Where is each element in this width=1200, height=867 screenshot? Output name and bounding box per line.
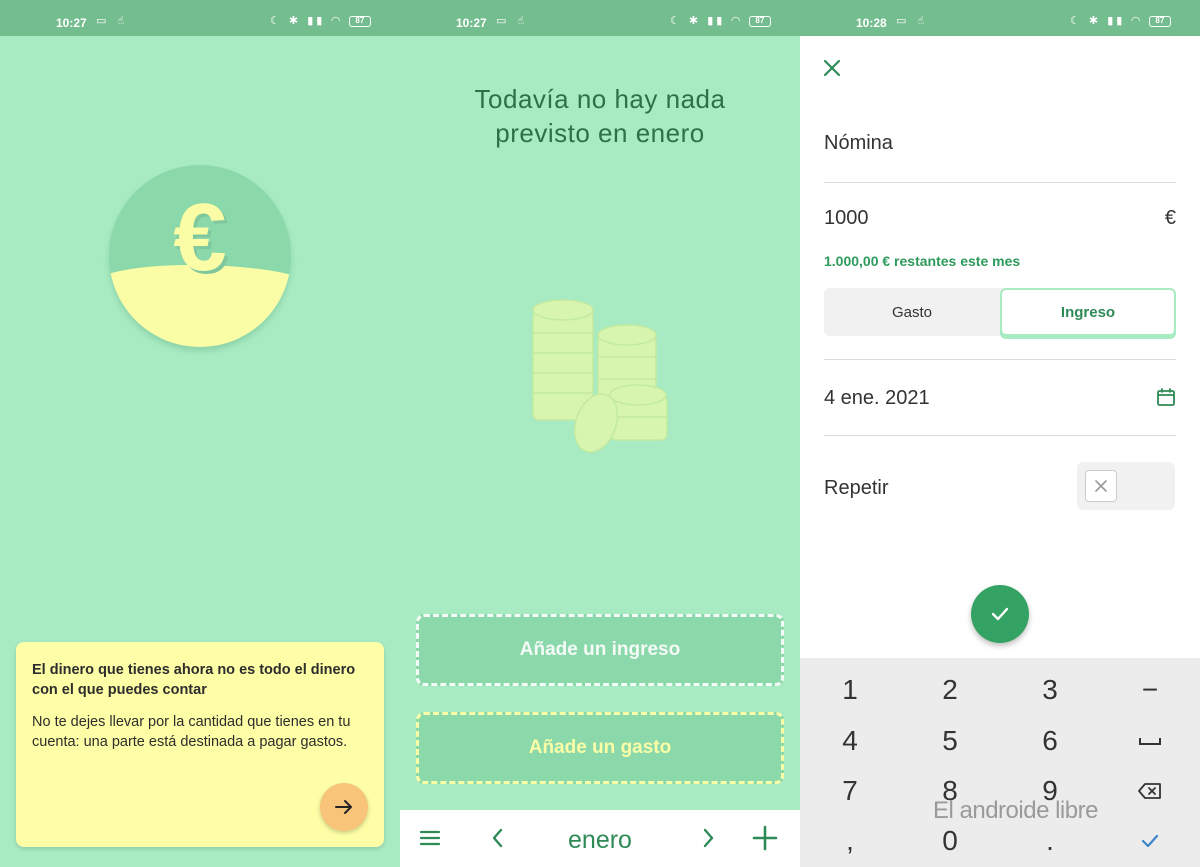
key-7[interactable]: 7 xyxy=(800,766,900,816)
battery-icon: 87 xyxy=(748,15,771,27)
system-icons: ☾ ✱ ▮▮ ◠ 87 xyxy=(270,14,371,27)
type-option-income[interactable]: Ingreso xyxy=(1000,288,1176,336)
notification-icons: ▭ ☝ xyxy=(496,15,529,27)
remaining-balance-text: 1.000,00 € restantes este mes xyxy=(824,253,1021,269)
watermark: El androide libre xyxy=(933,797,1098,824)
arrow-right-icon xyxy=(335,800,352,814)
check-icon xyxy=(1141,834,1159,848)
date-field[interactable]: 4 ene. 2021 xyxy=(824,387,930,410)
key-comma[interactable]: , xyxy=(800,816,900,866)
previous-month-button[interactable] xyxy=(482,822,514,854)
calendar-icon xyxy=(1157,388,1175,406)
battery-icon: 87 xyxy=(1148,15,1171,27)
bottom-nav: enero xyxy=(400,810,800,867)
status-bar: 10:27 ▭ ☝ ☾ ✱ ▮▮ ◠ 87 xyxy=(400,0,800,36)
new-entry-panel: 10:28 ▭ ☝ ☾ ✱ ▮▮ ◠ 87 Nómina 1000 € 1.00… xyxy=(800,0,1200,867)
system-icons: ☾ ✱ ▮▮ ◠ 87 xyxy=(1070,14,1171,27)
key-5[interactable]: 5 xyxy=(900,716,1000,766)
add-expense-button[interactable]: Añade un gasto xyxy=(416,712,784,784)
backspace-icon xyxy=(1138,783,1161,799)
tip-card: El dinero que tienes ahora no es todo el… xyxy=(16,642,384,847)
euro-icon: € xyxy=(173,184,227,291)
key-done[interactable] xyxy=(1100,816,1200,866)
month-overview-panel: 10:27 ▭ ☝ ☾ ✱ ▮▮ ◠ 87 Todavía no hay nad… xyxy=(400,0,800,867)
type-option-expense[interactable]: Gasto xyxy=(824,288,1000,336)
plus-icon xyxy=(752,825,778,851)
empty-state-line-2: previsto en enero xyxy=(495,118,705,148)
key-3[interactable]: 3 xyxy=(1000,665,1100,715)
next-month-button[interactable] xyxy=(692,822,724,854)
current-month-label[interactable]: enero xyxy=(520,826,680,855)
chevron-left-icon xyxy=(492,828,503,848)
check-icon xyxy=(991,607,1009,621)
status-time: 10:27 xyxy=(456,16,487,30)
divider xyxy=(824,359,1176,360)
money-illustration: € xyxy=(109,165,291,347)
menu-button[interactable] xyxy=(414,822,446,854)
numeric-keypad: 1 2 3 − 4 5 6 7 8 9 , 0 . xyxy=(800,658,1200,867)
repeat-toggle[interactable] xyxy=(1077,462,1175,510)
repeat-label: Repetir xyxy=(824,477,889,499)
key-6[interactable]: 6 xyxy=(1000,716,1100,766)
space-icon xyxy=(1139,738,1161,745)
divider xyxy=(824,182,1176,183)
tip-body: No te dejes llevar por la cantidad que t… xyxy=(32,714,351,750)
status-bar: 10:27 ▭ ☝ ☾ ✱ ▮▮ ◠ 87 xyxy=(0,0,400,36)
empty-state-title: Todavía no hay nada previsto en enero xyxy=(400,82,800,150)
toggle-knob xyxy=(1085,470,1117,502)
tip-title: El dinero que tienes ahora no es todo el… xyxy=(32,662,356,698)
next-button[interactable] xyxy=(320,783,368,831)
status-time: 10:27 xyxy=(56,16,87,30)
currency-label: € xyxy=(1164,207,1176,229)
empty-state-line-1: Todavía no hay nada xyxy=(474,84,726,114)
amount-input[interactable]: 1000 xyxy=(824,207,869,230)
key-2[interactable]: 2 xyxy=(900,665,1000,715)
notification-icons: ▭ ☝ xyxy=(896,15,929,27)
system-icons: ☾ ✱ ▮▮ ◠ 87 xyxy=(670,14,771,27)
status-time: 10:28 xyxy=(856,16,887,30)
x-icon xyxy=(1095,480,1107,492)
close-icon xyxy=(823,59,841,77)
key-backspace[interactable] xyxy=(1100,766,1200,816)
key-minus[interactable]: − xyxy=(1100,665,1200,715)
key-space[interactable] xyxy=(1100,716,1200,766)
status-bar: 10:28 ▭ ☝ ☾ ✱ ▮▮ ◠ 87 xyxy=(800,0,1200,36)
key-1[interactable]: 1 xyxy=(800,665,900,715)
entry-name-input[interactable]: Nómina xyxy=(824,132,893,155)
entry-type-selector: Gasto Ingreso xyxy=(824,288,1176,336)
hamburger-icon xyxy=(419,830,441,846)
confirm-button[interactable] xyxy=(971,585,1029,643)
coins-stack-illustration xyxy=(532,299,668,453)
key-4[interactable]: 4 xyxy=(800,716,900,766)
add-income-button[interactable]: Añade un ingreso xyxy=(416,614,784,686)
chevron-right-icon xyxy=(703,828,714,848)
notification-icons: ▭ ☝ xyxy=(96,15,129,27)
date-picker-button[interactable] xyxy=(1156,387,1176,407)
add-entry-button[interactable] xyxy=(749,822,781,854)
divider xyxy=(824,435,1176,436)
onboarding-panel: 10:27 ▭ ☝ ☾ ✱ ▮▮ ◠ 87 € El dinero que ti… xyxy=(0,0,400,867)
close-button[interactable] xyxy=(820,56,844,80)
battery-icon: 87 xyxy=(348,15,371,27)
